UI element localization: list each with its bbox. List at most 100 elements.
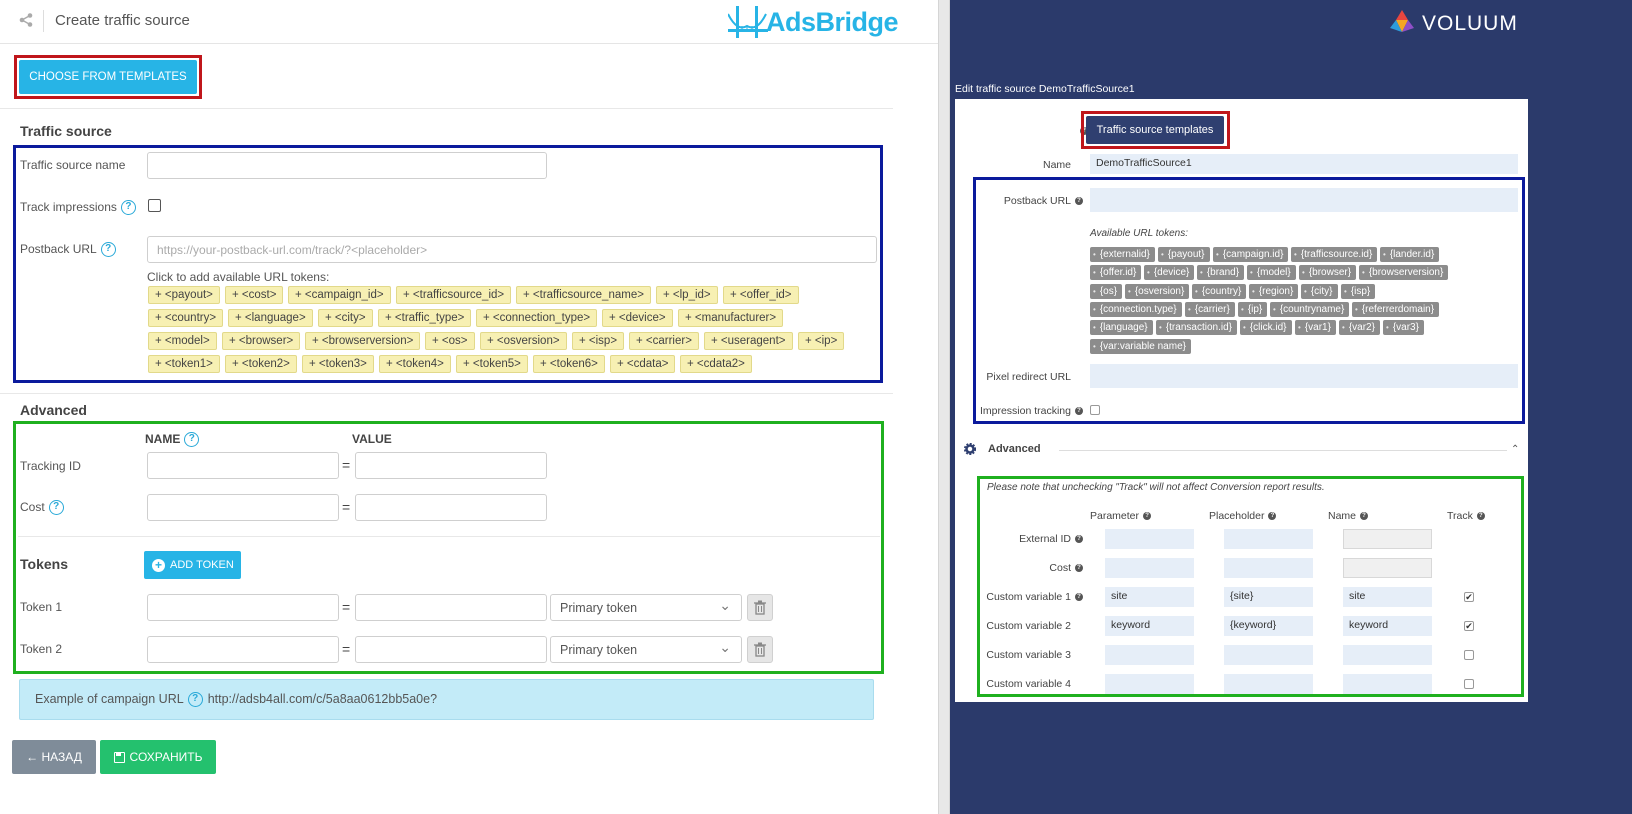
url-token[interactable]: + <token1> — [148, 355, 220, 373]
token-2-name-input[interactable] — [147, 636, 339, 663]
url-token[interactable]: + <useragent> — [704, 332, 793, 350]
url-token[interactable]: {ip} — [1238, 301, 1268, 317]
track-checkbox[interactable] — [1464, 650, 1474, 660]
url-token[interactable]: + <osversion> — [480, 332, 567, 350]
url-token[interactable]: + <traffic_type> — [378, 309, 472, 327]
placeholder-input[interactable]: {keyword} — [1224, 616, 1313, 636]
token-1-type-select[interactable]: Primary token — [550, 594, 742, 621]
url-token[interactable]: + <browserversion> — [305, 332, 421, 350]
track-checkbox[interactable]: ✔ — [1464, 592, 1474, 602]
tracking-id-value-input[interactable] — [355, 452, 547, 479]
help-icon[interactable]: ? — [1075, 593, 1083, 602]
url-token[interactable]: {isp} — [1341, 283, 1376, 299]
url-token[interactable]: + <isp> — [572, 332, 625, 350]
placeholder-input[interactable] — [1224, 558, 1313, 578]
back-button[interactable]: ← НАЗАД — [12, 740, 96, 774]
traffic-source-name-input[interactable] — [147, 152, 547, 179]
cost-value-input[interactable] — [355, 494, 547, 521]
chevron-up-icon[interactable]: ⌃ — [1511, 444, 1519, 455]
url-token[interactable]: + <device> — [602, 309, 673, 327]
url-token[interactable]: + <carrier> — [629, 332, 699, 350]
url-token[interactable]: {region} — [1249, 283, 1299, 299]
url-token[interactable]: + <token3> — [302, 355, 374, 373]
url-token[interactable]: + <os> — [425, 332, 475, 350]
help-icon[interactable]: ? — [1268, 512, 1277, 521]
url-token[interactable]: + <model> — [148, 332, 217, 350]
parameter-input[interactable] — [1105, 558, 1194, 578]
placeholder-input[interactable] — [1224, 674, 1313, 694]
placeholder-input[interactable] — [1224, 645, 1313, 665]
url-token[interactable]: + <trafficsource_id> — [396, 286, 512, 304]
url-token[interactable]: + <token6> — [533, 355, 605, 373]
url-token[interactable]: + <token2> — [225, 355, 297, 373]
token-2-type-select[interactable]: Primary token — [550, 636, 742, 663]
url-token[interactable]: + <language> — [228, 309, 313, 327]
help-icon[interactable]: ? — [1075, 535, 1083, 544]
url-token[interactable]: {carrier} — [1185, 301, 1235, 317]
url-token[interactable]: + <country> — [148, 309, 224, 327]
url-token[interactable]: {click.id} — [1240, 320, 1292, 336]
url-token[interactable]: + <payout> — [148, 286, 220, 304]
name-input[interactable] — [1343, 645, 1432, 665]
parameter-input[interactable]: site — [1105, 587, 1194, 607]
url-token[interactable]: {offer.id} — [1090, 265, 1142, 281]
url-token[interactable]: + <connection_type> — [476, 309, 598, 327]
url-token[interactable]: {country} — [1192, 283, 1247, 299]
placeholder-input[interactable] — [1224, 529, 1313, 549]
url-token[interactable]: {lander.id} — [1380, 247, 1440, 262]
parameter-input[interactable] — [1105, 645, 1194, 665]
url-token[interactable]: {externalid} — [1090, 247, 1155, 262]
url-token[interactable]: {browser} — [1299, 265, 1357, 281]
help-icon[interactable]: ? — [120, 200, 136, 216]
name-input[interactable] — [1343, 674, 1432, 694]
parameter-input[interactable] — [1105, 674, 1194, 694]
url-token[interactable]: {var:variable name} — [1090, 338, 1191, 354]
share-icon[interactable] — [18, 12, 34, 28]
url-token[interactable]: {brand} — [1197, 265, 1245, 281]
url-token[interactable]: + <lp_id> — [656, 286, 718, 304]
url-token[interactable]: + <cost> — [225, 286, 284, 304]
url-token[interactable]: + <trafficsource_name> — [516, 286, 651, 304]
url-token[interactable]: + <browser> — [222, 332, 301, 350]
postback-url-input[interactable] — [1090, 188, 1518, 212]
help-icon[interactable]: ? — [1075, 407, 1083, 416]
url-token[interactable]: {model} — [1247, 265, 1296, 281]
help-icon[interactable]: ? — [48, 500, 64, 516]
token-1-name-input[interactable] — [147, 594, 339, 621]
url-token[interactable]: {countryname} — [1270, 301, 1350, 317]
url-token[interactable]: + <cdata2> — [680, 355, 752, 373]
url-token[interactable]: {browserversion} — [1359, 265, 1449, 281]
name-input[interactable]: site — [1343, 587, 1432, 607]
track-checkbox[interactable]: ✔ — [1464, 621, 1474, 631]
url-token[interactable]: {var3} — [1383, 320, 1424, 336]
help-icon[interactable]: ? — [1075, 197, 1083, 206]
url-token[interactable]: + <offer_id> — [723, 286, 799, 304]
add-token-button[interactable]: + ADD TOKEN — [144, 551, 241, 579]
help-icon[interactable]: ? — [187, 692, 203, 708]
url-token[interactable]: {referrerdomain} — [1352, 301, 1440, 317]
pixel-redirect-url-input[interactable] — [1090, 364, 1518, 388]
help-icon[interactable]: ? — [1075, 564, 1083, 573]
help-icon[interactable]: ? — [1143, 512, 1152, 521]
help-icon[interactable]: ? — [1360, 512, 1369, 521]
advanced-label[interactable]: Advanced — [988, 443, 1041, 455]
url-token[interactable]: + <manufacturer> — [678, 309, 784, 327]
choose-from-templates-button[interactable]: CHOOSE FROM TEMPLATES — [19, 60, 197, 94]
url-token[interactable]: {var2} — [1339, 320, 1380, 336]
name-input[interactable]: DemoTrafficSource1 — [1090, 154, 1518, 174]
parameter-input[interactable] — [1105, 529, 1194, 549]
cost-name-input[interactable] — [147, 494, 339, 521]
url-token[interactable]: {connection.type} — [1090, 301, 1182, 317]
url-token[interactable]: {language} — [1090, 320, 1153, 336]
url-token[interactable]: {campaign.id} — [1213, 247, 1289, 262]
url-token[interactable]: + <ip> — [798, 332, 845, 350]
parameter-input[interactable]: keyword — [1105, 616, 1194, 636]
name-input[interactable]: keyword — [1343, 616, 1432, 636]
token-1-value-input[interactable] — [355, 594, 547, 621]
url-token[interactable]: + <cdata> — [610, 355, 676, 373]
url-token[interactable]: + <campaign_id> — [288, 286, 391, 304]
track-impressions-checkbox[interactable] — [148, 199, 161, 212]
token-2-delete-button[interactable] — [747, 636, 773, 663]
url-token[interactable]: {city} — [1301, 283, 1338, 299]
url-token[interactable]: {var1} — [1295, 320, 1336, 336]
